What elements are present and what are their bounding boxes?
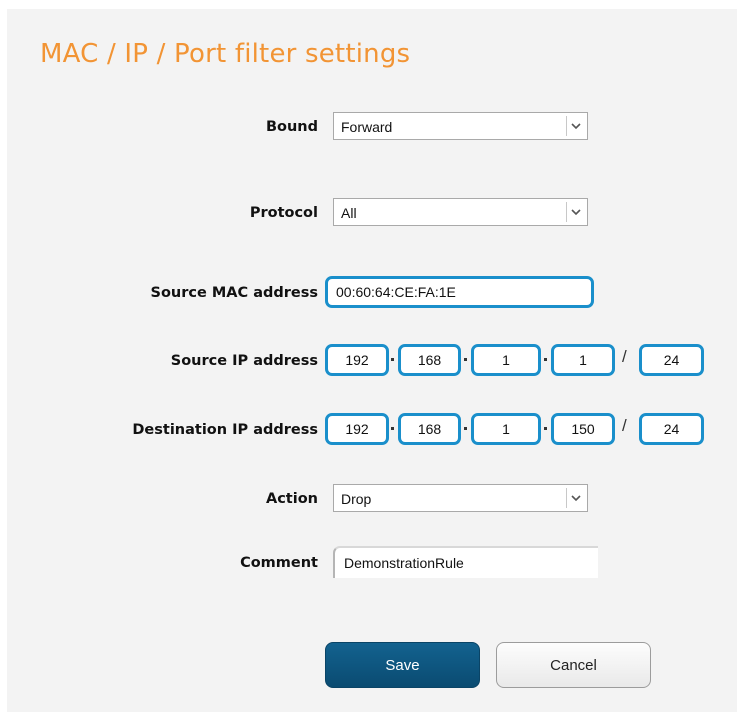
chevron-down-icon[interactable] xyxy=(566,488,585,508)
ip-separator-dot xyxy=(464,427,467,430)
ip-separator-dot xyxy=(464,358,467,361)
destination-ip-octet-3[interactable]: 1 xyxy=(471,413,541,445)
bound-select-value: Forward xyxy=(341,119,393,135)
mask-separator: / xyxy=(622,347,627,366)
destination-ip-label: Destination IP address xyxy=(132,422,318,438)
source-ip-octet-2[interactable]: 168 xyxy=(398,344,461,376)
bound-select[interactable]: Forward xyxy=(333,112,588,140)
source-ip-mask[interactable]: 24 xyxy=(639,344,704,376)
destination-ip-octet-4[interactable]: 150 xyxy=(551,413,615,445)
action-select[interactable]: Drop xyxy=(333,484,588,512)
ip-separator-dot xyxy=(544,358,547,361)
source-mac-input[interactable]: 00:60:64:CE:FA:1E xyxy=(325,276,594,308)
ip-separator-dot xyxy=(391,358,394,361)
ip-separator-dot xyxy=(544,427,547,430)
source-mac-label: Source MAC address xyxy=(150,285,319,301)
settings-panel: MAC / IP / Port filter settings Bound Fo… xyxy=(7,9,737,712)
comment-row: Comment DemonstrationRule xyxy=(7,546,745,582)
protocol-select[interactable]: All xyxy=(333,198,588,226)
destination-ip-row: Destination IP address 192 168 1 150 / 2… xyxy=(7,413,745,449)
source-ip-label: Source IP address xyxy=(170,353,318,369)
protocol-row: Protocol All xyxy=(7,196,745,232)
source-ip-row: Source IP address 192 168 1 1 / 24 xyxy=(7,344,745,380)
destination-ip-octet-2[interactable]: 168 xyxy=(398,413,461,445)
mask-separator: / xyxy=(622,416,627,435)
action-select-value: Drop xyxy=(341,491,372,507)
protocol-select-value: All xyxy=(341,205,357,221)
chevron-down-icon[interactable] xyxy=(566,116,585,136)
source-ip-octet-4[interactable]: 1 xyxy=(551,344,615,376)
protocol-label: Protocol xyxy=(249,205,318,221)
comment-input[interactable]: DemonstrationRule xyxy=(333,546,598,578)
action-row: Action Drop xyxy=(7,482,745,518)
comment-label: Comment xyxy=(240,555,318,571)
destination-ip-octet-1[interactable]: 192 xyxy=(325,413,389,445)
chevron-down-icon[interactable] xyxy=(566,202,585,222)
page-title: MAC / IP / Port filter settings xyxy=(40,39,411,69)
bound-label: Bound xyxy=(265,119,318,135)
source-mac-row: Source MAC address 00:60:64:CE:FA:1E xyxy=(7,276,745,312)
cancel-button[interactable]: Cancel xyxy=(496,642,651,688)
ip-separator-dot xyxy=(391,427,394,430)
bound-row: Bound Forward xyxy=(7,110,745,146)
destination-ip-mask[interactable]: 24 xyxy=(639,413,704,445)
source-ip-octet-1[interactable]: 192 xyxy=(325,344,389,376)
action-label: Action xyxy=(265,491,318,507)
save-button[interactable]: Save xyxy=(325,642,480,688)
source-ip-octet-3[interactable]: 1 xyxy=(471,344,541,376)
